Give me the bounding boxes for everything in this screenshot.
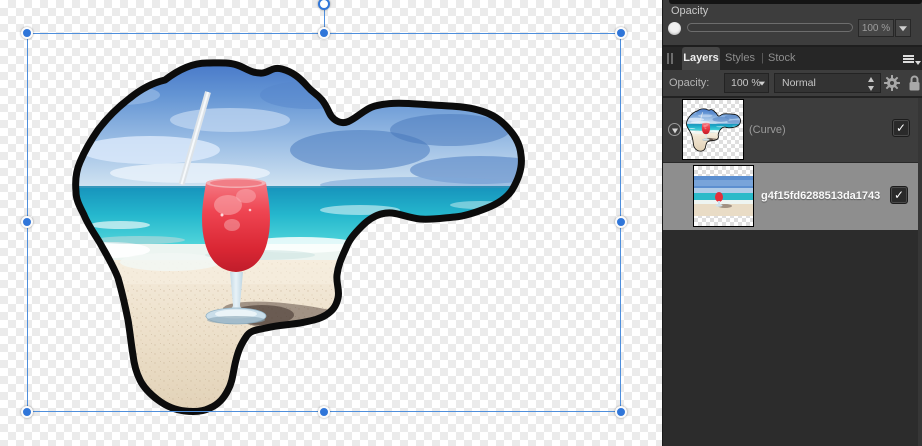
opacity-value-box[interactable]: 100 %	[858, 19, 894, 37]
expand-collapse-icon[interactable]	[668, 123, 681, 136]
layer-opacity-dropdown[interactable]: 100 %	[724, 73, 769, 93]
tab-styles[interactable]: Styles	[725, 47, 755, 70]
panel-menu-icon[interactable]	[903, 55, 914, 63]
tab-stock[interactable]: Stock	[768, 47, 796, 70]
handle-middle-left[interactable]	[21, 216, 33, 228]
handle-bottom-right[interactable]	[615, 406, 627, 418]
chevron-down-icon	[899, 26, 907, 32]
stepper-arrows-icon	[868, 77, 875, 91]
handle-top-left[interactable]	[21, 27, 33, 39]
curve-clipped-image[interactable]	[0, 0, 662, 446]
opacity-slider-track[interactable]	[687, 23, 853, 32]
tab-divider: |	[761, 52, 764, 64]
chevron-down-icon	[759, 81, 765, 86]
layer-opacity-value: 100 %	[731, 77, 761, 89]
layer-visibility-checkbox[interactable]: ✓	[892, 119, 910, 137]
layer-label: (Curve)	[749, 124, 786, 136]
layer-visibility-checkbox[interactable]: ✓	[890, 186, 908, 204]
handle-middle-right[interactable]	[615, 216, 627, 228]
panel-top-groove	[669, 0, 922, 4]
handle-top-right[interactable]	[615, 27, 627, 39]
blend-mode-dropdown[interactable]: Normal	[774, 73, 881, 93]
handle-top-center[interactable]	[318, 27, 330, 39]
panel-tabbar: Layers Styles | Stock	[663, 47, 922, 70]
panel-menu-caret-icon	[915, 61, 921, 65]
gear-icon[interactable]	[884, 75, 900, 91]
layer-row-image-selected[interactable]: g4f15fd6288513da1743 ✓	[663, 163, 922, 230]
opacity-section-label: Opacity	[671, 5, 709, 17]
opacity-value-dropdown[interactable]	[895, 19, 911, 37]
right-panel: Opacity 100 % Layers Styles | Stock Opac…	[662, 0, 922, 446]
layers-list: (Curve) ✓ g4f15fd6288513da1743 ✓	[663, 98, 922, 446]
tab-layers[interactable]: Layers	[682, 47, 720, 70]
layers-controls-row: Opacity: 100 % Normal	[663, 70, 922, 96]
canvas-area[interactable]	[0, 0, 662, 446]
layer-opacity-label: Opacity:	[669, 77, 710, 89]
app-window: Opacity 100 % Layers Styles | Stock Opac…	[0, 0, 922, 446]
lock-icon[interactable]	[908, 74, 921, 92]
handle-bottom-left[interactable]	[21, 406, 33, 418]
handle-bottom-center[interactable]	[318, 406, 330, 418]
blend-mode-value: Normal	[782, 77, 816, 89]
layer-thumbnail-curve[interactable]	[682, 99, 744, 160]
layer-label: g4f15fd6288513da1743	[761, 190, 881, 202]
layers-scrollbar-track[interactable]	[918, 98, 922, 446]
layer-row-curve[interactable]: (Curve) ✓	[663, 98, 922, 163]
layer-thumbnail-image[interactable]	[693, 165, 754, 227]
panel-grip-icon[interactable]	[667, 53, 675, 64]
opacity-slider-knob[interactable]	[668, 22, 681, 35]
